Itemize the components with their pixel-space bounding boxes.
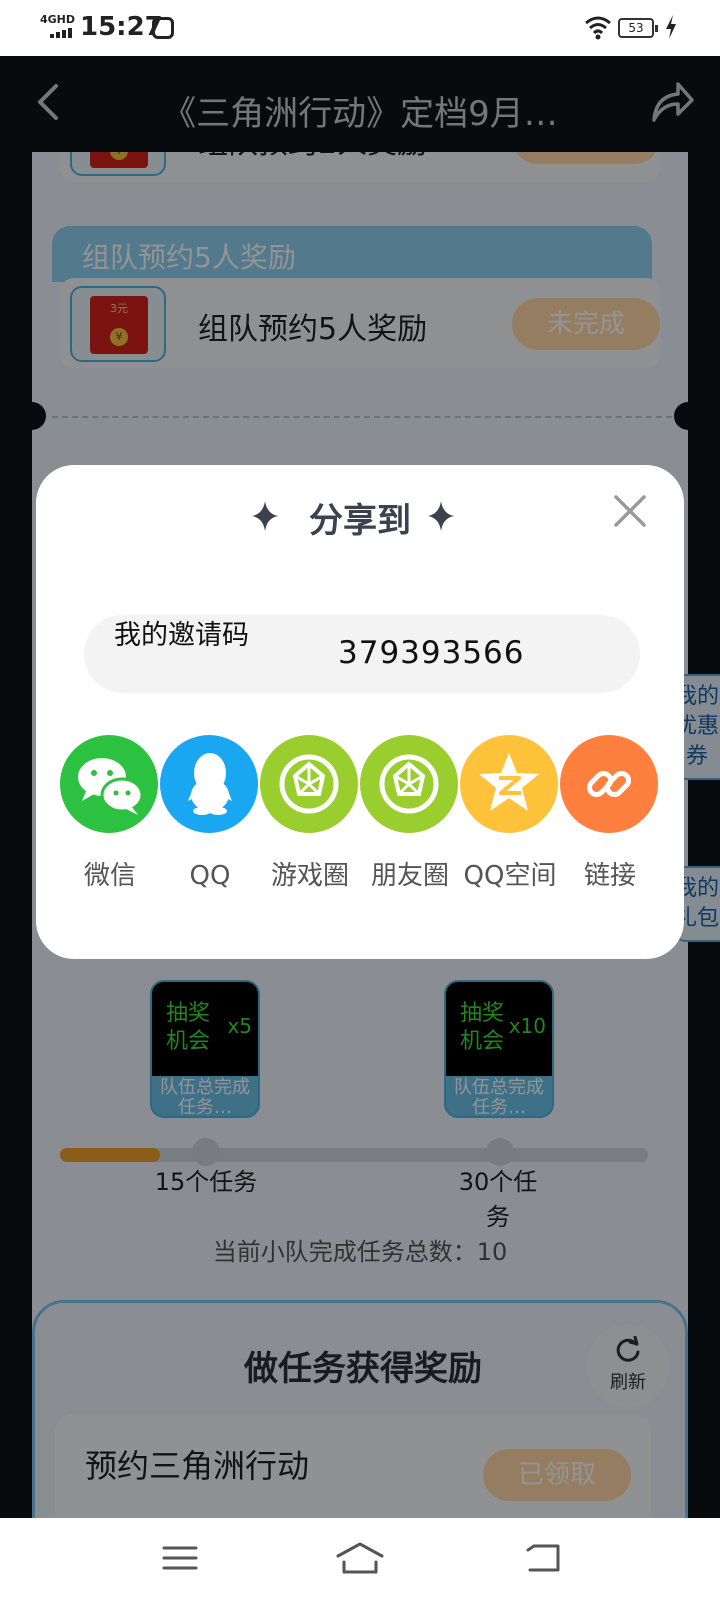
share-label: 微信 <box>83 861 136 891</box>
system-nav-bar <box>0 1518 720 1600</box>
signal-icon <box>50 28 72 38</box>
wechat-icon <box>78 758 144 815</box>
clock: 15:27 <box>80 12 163 42</box>
game-circle-icon <box>279 754 339 814</box>
sparkle-icon <box>428 501 454 531</box>
qq-icon <box>188 753 232 815</box>
home-icon[interactable] <box>334 1540 386 1576</box>
invite-code-label: 我的邀请码 <box>114 620 249 651</box>
share-modal: 分享到 我的邀请码 379393566 微信 QQ 游戏圈 朋友圈 QQ空间 链… <box>36 465 684 959</box>
status-bar: 4GHD 15:27 53 <box>0 0 720 56</box>
close-icon[interactable] <box>610 491 650 531</box>
moments-icon <box>379 754 439 814</box>
wifi-icon <box>585 16 611 40</box>
share-modal-title: 分享到 <box>309 501 411 541</box>
network-type: 4GHD <box>40 13 76 26</box>
charging-icon <box>666 15 676 39</box>
share-targets: 微信 QQ 游戏圈 朋友圈 QQ空间 链接 <box>60 735 660 935</box>
notification-app-icon <box>152 17 174 39</box>
link-icon <box>586 770 632 798</box>
battery-icon: 53 <box>618 18 658 38</box>
share-label: QQ空间 <box>463 861 557 891</box>
qzone-icon <box>479 753 539 811</box>
invite-code-box[interactable]: 我的邀请码 379393566 <box>84 615 640 693</box>
share-label: 游戏圈 <box>270 861 349 891</box>
invite-code-value[interactable]: 379393566 <box>338 635 525 671</box>
share-label: 链接 <box>583 861 636 891</box>
menu-icon[interactable] <box>160 1540 200 1576</box>
share-label: 朋友圈 <box>370 861 449 891</box>
back-nav-icon[interactable] <box>524 1540 564 1576</box>
share-label: QQ <box>189 861 231 891</box>
